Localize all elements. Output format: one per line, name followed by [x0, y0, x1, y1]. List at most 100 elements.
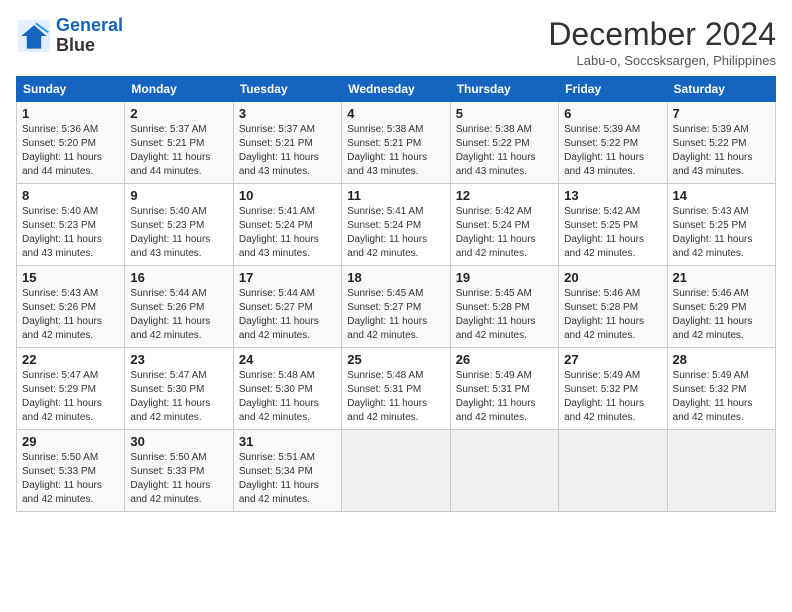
- day-number: 10: [239, 188, 336, 203]
- calendar-title: December 2024: [548, 16, 776, 53]
- calendar-cell: 2 Sunrise: 5:37 AMSunset: 5:21 PMDayligh…: [125, 102, 233, 184]
- calendar-cell: 12 Sunrise: 5:42 AMSunset: 5:24 PMDaylig…: [450, 184, 558, 266]
- day-number: 14: [673, 188, 770, 203]
- day-number: 24: [239, 352, 336, 367]
- day-number: 9: [130, 188, 227, 203]
- day-info: Sunrise: 5:47 AMSunset: 5:30 PMDaylight:…: [130, 370, 210, 423]
- calendar-cell: 23 Sunrise: 5:47 AMSunset: 5:30 PMDaylig…: [125, 348, 233, 430]
- day-number: 1: [22, 106, 119, 121]
- day-number: 5: [456, 106, 553, 121]
- calendar-cell: 29 Sunrise: 5:50 AMSunset: 5:33 PMDaylig…: [17, 430, 125, 512]
- day-number: 13: [564, 188, 661, 203]
- day-info: Sunrise: 5:46 AMSunset: 5:29 PMDaylight:…: [673, 288, 753, 341]
- day-info: Sunrise: 5:38 AMSunset: 5:21 PMDaylight:…: [347, 124, 427, 177]
- dow-wednesday: Wednesday: [342, 77, 450, 102]
- day-info: Sunrise: 5:48 AMSunset: 5:31 PMDaylight:…: [347, 370, 427, 423]
- day-info: Sunrise: 5:40 AMSunset: 5:23 PMDaylight:…: [130, 206, 210, 259]
- logo-icon: [16, 18, 52, 54]
- day-number: 6: [564, 106, 661, 121]
- calendar-cell: 28 Sunrise: 5:49 AMSunset: 5:32 PMDaylig…: [667, 348, 775, 430]
- dow-friday: Friday: [559, 77, 667, 102]
- calendar-cell: 26 Sunrise: 5:49 AMSunset: 5:31 PMDaylig…: [450, 348, 558, 430]
- week-row-1: 1 Sunrise: 5:36 AMSunset: 5:20 PMDayligh…: [17, 102, 776, 184]
- day-info: Sunrise: 5:44 AMSunset: 5:27 PMDaylight:…: [239, 288, 319, 341]
- day-number: 27: [564, 352, 661, 367]
- calendar-cell: 25 Sunrise: 5:48 AMSunset: 5:31 PMDaylig…: [342, 348, 450, 430]
- day-info: Sunrise: 5:41 AMSunset: 5:24 PMDaylight:…: [347, 206, 427, 259]
- day-number: 12: [456, 188, 553, 203]
- day-number: 17: [239, 270, 336, 285]
- title-block: December 2024 Labu-o, Soccsksargen, Phil…: [548, 16, 776, 68]
- day-info: Sunrise: 5:46 AMSunset: 5:28 PMDaylight:…: [564, 288, 644, 341]
- calendar-cell: 13 Sunrise: 5:42 AMSunset: 5:25 PMDaylig…: [559, 184, 667, 266]
- calendar-cell: [342, 430, 450, 512]
- calendar-cell: [667, 430, 775, 512]
- calendar-cell: 6 Sunrise: 5:39 AMSunset: 5:22 PMDayligh…: [559, 102, 667, 184]
- day-info: Sunrise: 5:40 AMSunset: 5:23 PMDaylight:…: [22, 206, 102, 259]
- day-info: Sunrise: 5:37 AMSunset: 5:21 PMDaylight:…: [130, 124, 210, 177]
- week-row-2: 8 Sunrise: 5:40 AMSunset: 5:23 PMDayligh…: [17, 184, 776, 266]
- day-number: 11: [347, 188, 444, 203]
- week-row-5: 29 Sunrise: 5:50 AMSunset: 5:33 PMDaylig…: [17, 430, 776, 512]
- day-number: 20: [564, 270, 661, 285]
- day-info: Sunrise: 5:49 AMSunset: 5:32 PMDaylight:…: [564, 370, 644, 423]
- day-number: 29: [22, 434, 119, 449]
- day-number: 8: [22, 188, 119, 203]
- calendar-body: 1 Sunrise: 5:36 AMSunset: 5:20 PMDayligh…: [17, 102, 776, 512]
- calendar-cell: 3 Sunrise: 5:37 AMSunset: 5:21 PMDayligh…: [233, 102, 341, 184]
- logo-text: GeneralBlue: [56, 16, 123, 56]
- day-number: 30: [130, 434, 227, 449]
- calendar-cell: 24 Sunrise: 5:48 AMSunset: 5:30 PMDaylig…: [233, 348, 341, 430]
- day-number: 31: [239, 434, 336, 449]
- calendar-cell: 7 Sunrise: 5:39 AMSunset: 5:22 PMDayligh…: [667, 102, 775, 184]
- day-info: Sunrise: 5:50 AMSunset: 5:33 PMDaylight:…: [130, 452, 210, 505]
- day-info: Sunrise: 5:47 AMSunset: 5:29 PMDaylight:…: [22, 370, 102, 423]
- week-row-3: 15 Sunrise: 5:43 AMSunset: 5:26 PMDaylig…: [17, 266, 776, 348]
- calendar-cell: 27 Sunrise: 5:49 AMSunset: 5:32 PMDaylig…: [559, 348, 667, 430]
- day-number: 25: [347, 352, 444, 367]
- calendar-cell: 30 Sunrise: 5:50 AMSunset: 5:33 PMDaylig…: [125, 430, 233, 512]
- calendar-cell: 19 Sunrise: 5:45 AMSunset: 5:28 PMDaylig…: [450, 266, 558, 348]
- calendar-subtitle: Labu-o, Soccsksargen, Philippines: [548, 53, 776, 68]
- calendar-cell: 20 Sunrise: 5:46 AMSunset: 5:28 PMDaylig…: [559, 266, 667, 348]
- day-info: Sunrise: 5:51 AMSunset: 5:34 PMDaylight:…: [239, 452, 319, 505]
- calendar-cell: 16 Sunrise: 5:44 AMSunset: 5:26 PMDaylig…: [125, 266, 233, 348]
- calendar-cell: [559, 430, 667, 512]
- calendar-cell: 5 Sunrise: 5:38 AMSunset: 5:22 PMDayligh…: [450, 102, 558, 184]
- day-info: Sunrise: 5:50 AMSunset: 5:33 PMDaylight:…: [22, 452, 102, 505]
- calendar-cell: 9 Sunrise: 5:40 AMSunset: 5:23 PMDayligh…: [125, 184, 233, 266]
- day-info: Sunrise: 5:41 AMSunset: 5:24 PMDaylight:…: [239, 206, 319, 259]
- calendar-cell: 4 Sunrise: 5:38 AMSunset: 5:21 PMDayligh…: [342, 102, 450, 184]
- dow-tuesday: Tuesday: [233, 77, 341, 102]
- day-number: 22: [22, 352, 119, 367]
- day-number: 2: [130, 106, 227, 121]
- calendar-cell: 8 Sunrise: 5:40 AMSunset: 5:23 PMDayligh…: [17, 184, 125, 266]
- day-info: Sunrise: 5:39 AMSunset: 5:22 PMDaylight:…: [564, 124, 644, 177]
- calendar-cell: 10 Sunrise: 5:41 AMSunset: 5:24 PMDaylig…: [233, 184, 341, 266]
- day-number: 16: [130, 270, 227, 285]
- calendar-cell: 22 Sunrise: 5:47 AMSunset: 5:29 PMDaylig…: [17, 348, 125, 430]
- calendar-cell: 18 Sunrise: 5:45 AMSunset: 5:27 PMDaylig…: [342, 266, 450, 348]
- day-info: Sunrise: 5:45 AMSunset: 5:27 PMDaylight:…: [347, 288, 427, 341]
- day-info: Sunrise: 5:43 AMSunset: 5:25 PMDaylight:…: [673, 206, 753, 259]
- day-info: Sunrise: 5:49 AMSunset: 5:31 PMDaylight:…: [456, 370, 536, 423]
- calendar-cell: 14 Sunrise: 5:43 AMSunset: 5:25 PMDaylig…: [667, 184, 775, 266]
- days-of-week-row: Sunday Monday Tuesday Wednesday Thursday…: [17, 77, 776, 102]
- dow-sunday: Sunday: [17, 77, 125, 102]
- calendar-cell: 1 Sunrise: 5:36 AMSunset: 5:20 PMDayligh…: [17, 102, 125, 184]
- dow-monday: Monday: [125, 77, 233, 102]
- day-info: Sunrise: 5:36 AMSunset: 5:20 PMDaylight:…: [22, 124, 102, 177]
- day-number: 23: [130, 352, 227, 367]
- day-number: 19: [456, 270, 553, 285]
- day-info: Sunrise: 5:37 AMSunset: 5:21 PMDaylight:…: [239, 124, 319, 177]
- day-number: 26: [456, 352, 553, 367]
- day-info: Sunrise: 5:45 AMSunset: 5:28 PMDaylight:…: [456, 288, 536, 341]
- day-info: Sunrise: 5:49 AMSunset: 5:32 PMDaylight:…: [673, 370, 753, 423]
- calendar-cell: 31 Sunrise: 5:51 AMSunset: 5:34 PMDaylig…: [233, 430, 341, 512]
- day-number: 28: [673, 352, 770, 367]
- calendar-table: Sunday Monday Tuesday Wednesday Thursday…: [16, 76, 776, 512]
- dow-thursday: Thursday: [450, 77, 558, 102]
- calendar-cell: 15 Sunrise: 5:43 AMSunset: 5:26 PMDaylig…: [17, 266, 125, 348]
- day-info: Sunrise: 5:42 AMSunset: 5:24 PMDaylight:…: [456, 206, 536, 259]
- day-info: Sunrise: 5:38 AMSunset: 5:22 PMDaylight:…: [456, 124, 536, 177]
